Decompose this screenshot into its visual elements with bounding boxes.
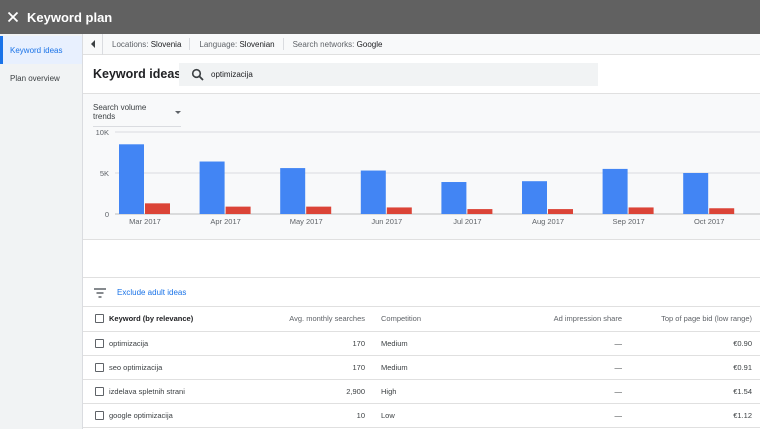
keyword-cell: izdelava spletnih strani [83,379,273,404]
x-tick-label: Oct 2017 [694,217,724,226]
column-header-impression-share[interactable]: Ad impression share [483,307,630,332]
divider [189,38,191,50]
x-tick-label: Sep 2017 [613,217,645,226]
page-title: Keyword ideas [93,67,182,81]
chevron-down-icon [175,110,181,114]
language-filter[interactable]: Language: Slovenian [199,40,274,49]
row-checkbox[interactable] [95,410,104,420]
network-value: Google [356,39,383,49]
table-row[interactable]: optimizacija 170 Medium — €0.90 [83,331,760,356]
bar-searches [199,161,225,214]
bar-searches [119,144,144,214]
column-header-keyword[interactable]: Keyword (by relevance) [83,307,273,332]
bar-secondary [467,209,493,214]
x-tick-label: Apr 2017 [210,217,240,226]
select-all-checkbox[interactable] [95,314,104,323]
impression-cell: — [483,379,630,404]
x-tick-label: Jun 2017 [371,217,402,226]
competition-cell: Medium [373,331,483,356]
sidebar: Keyword ideas Plan overview [0,34,83,429]
bid-cell: €0.90 [630,331,760,356]
searches-cell: 10 [273,403,373,428]
location-filter[interactable]: Locations: Slovenia [112,40,181,49]
search-input[interactable] [211,70,591,79]
competition-cell: Low [373,403,483,428]
search-icon [191,68,205,82]
bar-searches [441,182,467,214]
column-header-top-bid[interactable]: Top of page bid (low range) [630,307,760,332]
searches-cell: 170 [273,355,373,380]
exclude-adult-ideas-link[interactable]: Exclude adult ideas [117,288,186,297]
bar-searches [683,173,709,214]
row-checkbox[interactable] [95,362,104,372]
search-box[interactable] [179,63,598,86]
divider [282,38,284,50]
trend-dropdown[interactable]: Search volume trends [93,103,181,127]
table-row[interactable]: seo optimizacija 170 Medium — €0.91 [83,355,760,380]
competition-cell: High [373,379,483,404]
bar-secondary [709,208,735,214]
bar-secondary [145,203,170,214]
filter-bar: Locations: Slovenia Language: Slovenian … [83,33,760,55]
chevron-left-icon[interactable] [83,33,103,55]
keyword-cell: optimizacija [83,331,273,356]
location-value: Slovenia [150,39,182,49]
searches-cell: 2,900 [273,379,373,404]
y-tick-label: 10K [96,128,109,137]
x-tick-label: Jul 2017 [453,217,481,226]
bar-secondary [628,207,654,214]
table-header-row: Keyword (by relevance) Avg. monthly sear… [83,307,760,332]
app-header: Keyword plan [0,0,760,34]
competition-cell: Medium [373,355,483,380]
y-tick-label: 5K [100,169,109,178]
close-icon[interactable] [0,0,26,34]
bar-secondary [548,209,573,214]
spacer [83,240,760,278]
app-title: Keyword plan [27,9,113,25]
impression-cell: — [483,403,630,428]
x-tick-label: May 2017 [290,217,323,226]
bar-secondary [386,207,412,214]
page-header: Keyword ideas [83,55,760,94]
keyword-cell: seo optimizacija [83,355,273,380]
keyword-table: Keyword (by relevance) Avg. monthly sear… [83,307,760,428]
row-checkbox[interactable] [95,386,104,396]
column-header-searches[interactable]: Avg. monthly searches [273,307,373,332]
column-header-competition[interactable]: Competition [373,307,483,332]
bid-cell: €1.54 [630,379,760,404]
language-value: Slovenian [239,39,275,49]
sidebar-item-plan-overview[interactable]: Plan overview [0,64,82,92]
table-toolbar: Exclude adult ideas [83,279,760,307]
row-checkbox[interactable] [95,338,104,348]
searches-cell: 170 [273,331,373,356]
table-row[interactable]: izdelava spletnih strani 2,900 High — €1… [83,379,760,404]
bar-secondary [225,206,251,214]
sidebar-item-keyword-ideas[interactable]: Keyword ideas [0,36,82,64]
bar-searches [522,181,547,214]
x-tick-label: Aug 2017 [532,217,564,226]
trend-dropdown-label: Search volume trends [93,103,147,121]
bid-cell: €1.12 [630,403,760,428]
impression-cell: — [483,331,630,356]
filter-icon[interactable] [83,287,117,298]
y-tick-label: 0 [105,210,109,219]
bar-searches [280,168,306,214]
impression-cell: — [483,355,630,380]
keyword-cell: google optimizacija [83,403,273,428]
network-filter[interactable]: Search networks: Google [293,40,383,49]
chart-svg: 0 5K 10K Mar 2017 Apr 2017 May 2017 Jun 2017 Ju… [96,128,760,226]
bid-cell: €0.91 [630,355,760,380]
bar-secondary [306,206,332,214]
bar-searches [602,168,628,214]
bar-searches [360,170,386,214]
x-tick-label: Mar 2017 [129,217,161,226]
table-row[interactable]: google optimizacija 10 Low — €1.12 [83,403,760,428]
search-volume-chart: 0 5K 10K Mar 2017 Apr 2017 May 2017 Jun 2017 Ju… [83,94,760,240]
